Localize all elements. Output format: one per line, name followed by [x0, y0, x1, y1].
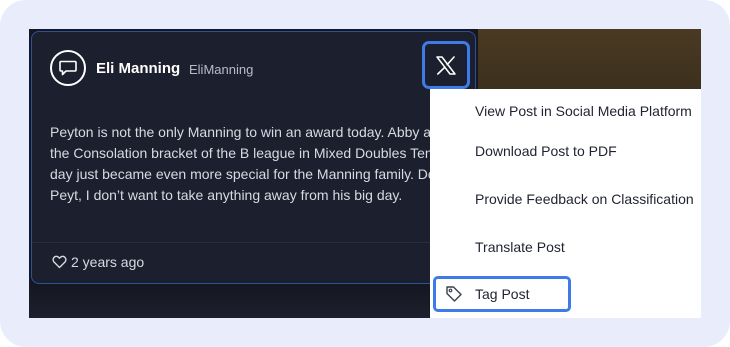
x-logo-icon: [436, 55, 456, 75]
menu-item-download-pdf[interactable]: Download Post to PDF: [430, 129, 701, 173]
social-post-card[interactable]: Eli Manning EliManning Peyton is not the…: [31, 31, 485, 284]
platform-button[interactable]: [422, 41, 470, 89]
menu-item-label: Tag Post: [475, 286, 530, 302]
menu-item-label: Provide Feedback on Classification: [475, 191, 694, 207]
heart-icon[interactable]: [52, 255, 67, 269]
menu-item-label: View Post in Social Media Platform: [475, 103, 692, 119]
avatar: [50, 50, 86, 86]
menu-item-label: Download Post to PDF: [475, 143, 617, 159]
chat-bubble-icon: [59, 60, 77, 76]
screenshot-frame: Eli Manning EliManning Peyton is not the…: [0, 0, 730, 347]
post-timestamp: 2 years ago: [71, 254, 145, 270]
menu-item-label: Translate Post: [475, 239, 565, 255]
menu-item-provide-feedback[interactable]: Provide Feedback on Classification: [430, 177, 701, 221]
post-footer: 2 years ago: [52, 254, 144, 270]
divider: [32, 242, 475, 243]
menu-item-tag-post[interactable]: Tag Post: [433, 276, 571, 312]
background-card-bottom: [29, 287, 429, 318]
author-name: Eli Manning: [96, 60, 181, 77]
post-text: Peyton is not the only Manning to win an…: [50, 124, 485, 203]
post-actions-menu: View Post in Social Media Platform Downl…: [430, 89, 701, 318]
menu-item-translate-post[interactable]: Translate Post: [430, 225, 701, 269]
menu-item-view-post[interactable]: View Post in Social Media Platform: [430, 89, 701, 133]
author-handle: EliManning: [189, 62, 254, 77]
tag-icon: [446, 286, 462, 302]
